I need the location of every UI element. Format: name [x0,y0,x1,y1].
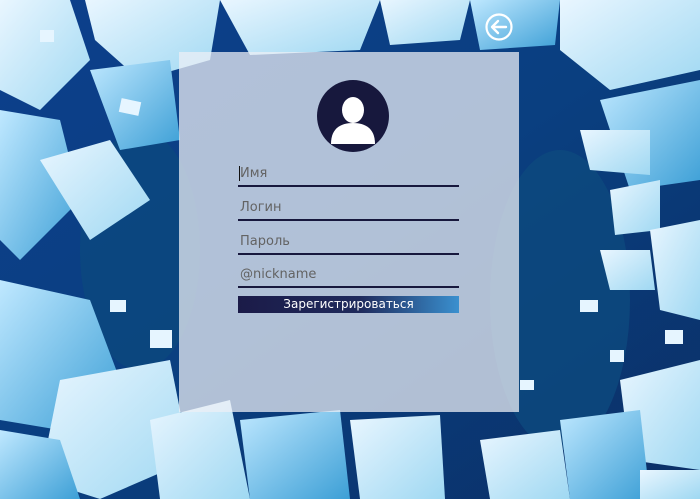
user-avatar-icon [317,80,389,152]
back-arrow-icon[interactable] [484,12,514,42]
text-caret [239,166,240,181]
registration-panel: Зарегистрироваться [179,52,519,412]
password-input[interactable] [238,229,459,255]
login-input[interactable] [238,195,459,221]
name-input[interactable] [238,161,459,187]
nickname-input[interactable] [238,262,459,288]
register-button[interactable]: Зарегистрироваться [238,296,459,313]
